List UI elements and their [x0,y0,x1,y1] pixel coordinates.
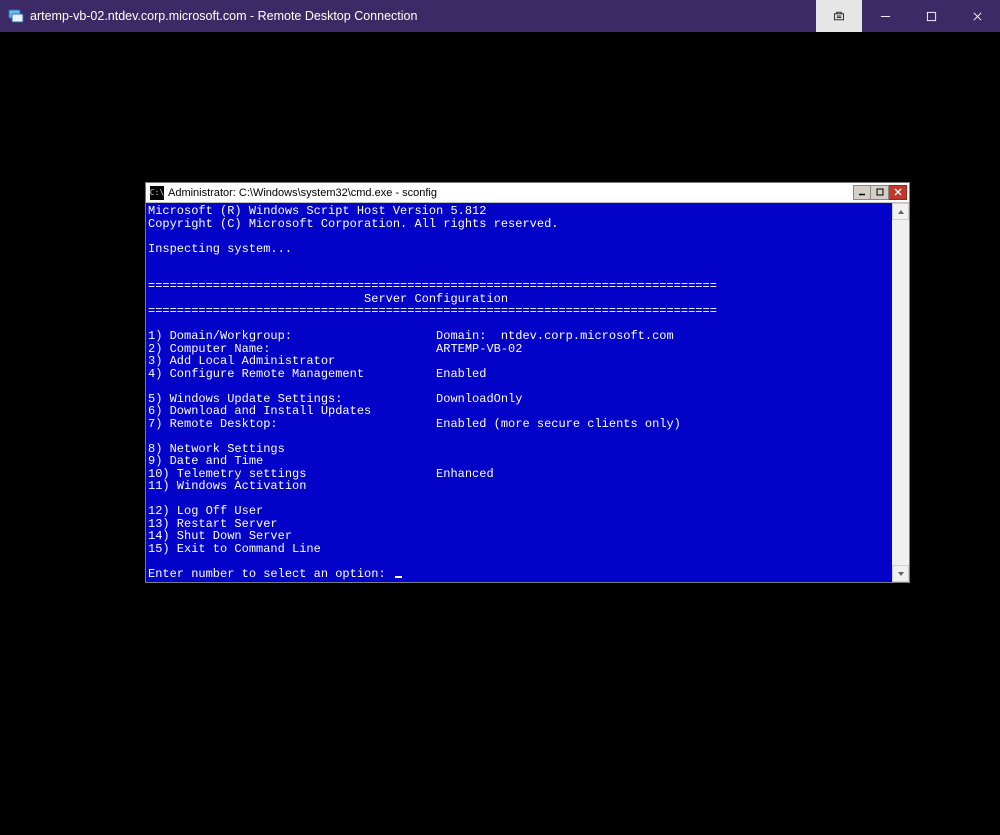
menu-item: 4) Configure Remote Management Enabled [148,367,486,381]
scroll-up-button[interactable] [892,203,909,220]
minimize-button[interactable] [862,0,908,32]
remote-desktop-area: C:\ Administrator: C:\Windows\system32\c… [0,32,1000,835]
console-line: Copyright (C) Microsoft Corporation. All… [148,217,558,231]
scroll-down-button[interactable] [892,565,909,582]
scroll-track[interactable] [892,220,909,565]
rdp-window-title: artemp-vb-02.ntdev.corp.microsoft.com - … [30,9,417,23]
menu-item: 11) Windows Activation [148,479,306,493]
menu-item: 7) Remote Desktop: Enabled (more secure … [148,417,681,431]
cursor [395,576,402,578]
cmd-window: C:\ Administrator: C:\Windows\system32\c… [145,182,910,583]
cmd-close-button[interactable] [889,185,907,200]
rdp-icon [8,8,24,24]
console-line: Inspecting system... [148,242,292,256]
cmd-console-output[interactable]: Microsoft (R) Windows Script Host Versio… [146,203,892,582]
cmd-icon: C:\ [150,186,164,200]
maximize-button[interactable] [908,0,954,32]
cmd-window-title: Administrator: C:\Windows\system32\cmd.e… [168,187,853,199]
rdp-titlebar: artemp-vb-02.ntdev.corp.microsoft.com - … [0,0,1000,32]
prompt: Enter number to select an option: [148,567,393,581]
cmd-titlebar[interactable]: C:\ Administrator: C:\Windows\system32\c… [146,183,909,203]
cmd-scrollbar[interactable] [892,203,909,582]
cmd-maximize-button[interactable] [871,185,889,200]
menu-item: 15) Exit to Command Line [148,542,321,556]
cmd-minimize-button[interactable] [853,185,871,200]
close-button[interactable] [954,0,1000,32]
separator-line: ========================================… [148,304,717,318]
rdp-connection-bar-button[interactable] [816,0,862,32]
